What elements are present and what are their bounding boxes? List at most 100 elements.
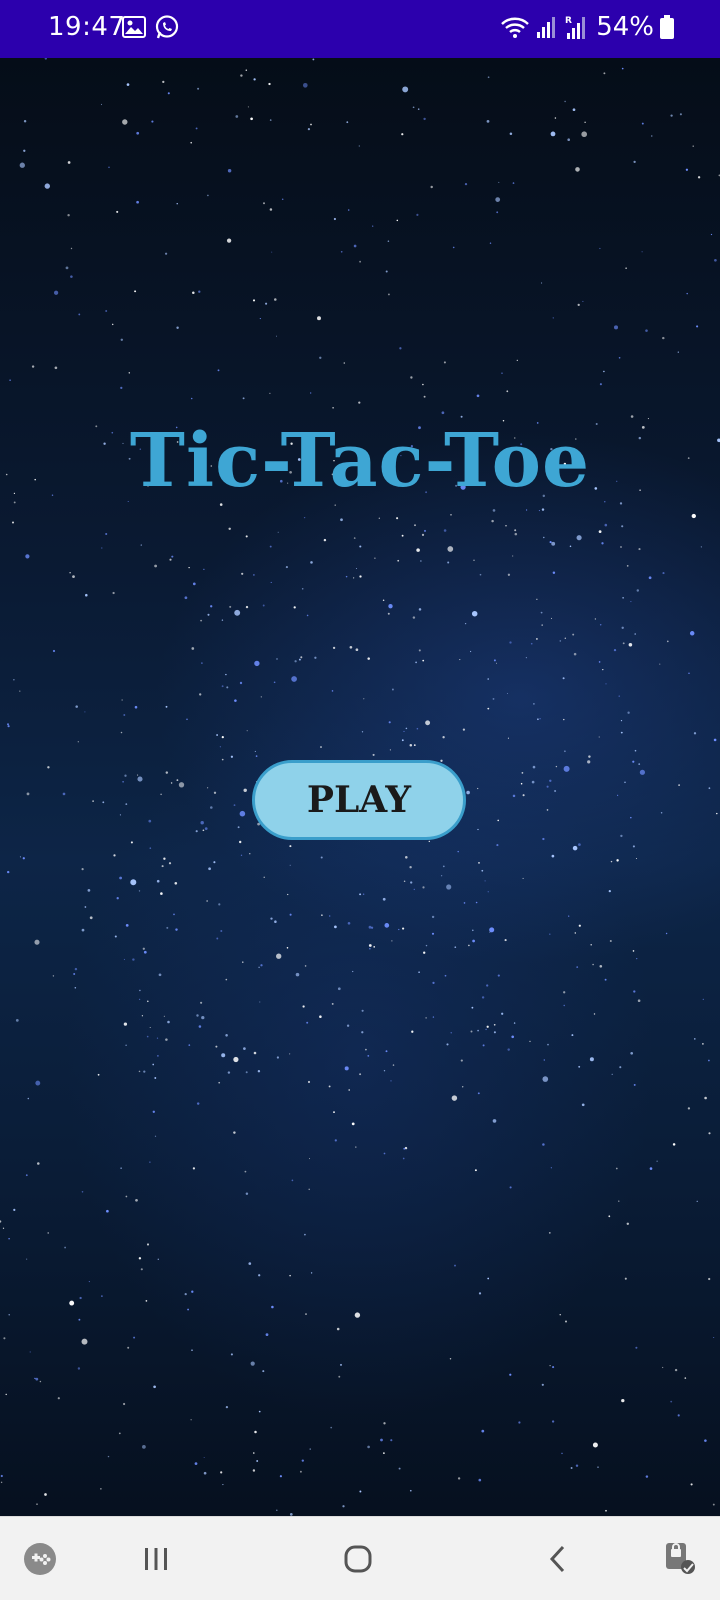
star (268, 82, 271, 86)
star (192, 291, 195, 295)
star (521, 772, 524, 774)
star (101, 1295, 103, 1297)
star (387, 293, 390, 296)
game-launcher-button[interactable] (14, 1517, 66, 1600)
star (412, 616, 416, 619)
star (167, 92, 170, 95)
star (546, 809, 549, 811)
star (187, 1308, 190, 1311)
star (165, 771, 169, 774)
star (256, 1460, 259, 1462)
star (253, 1051, 257, 1055)
home-button[interactable] (322, 1517, 394, 1600)
star (217, 369, 220, 372)
star (491, 519, 494, 523)
star (200, 820, 204, 825)
star (575, 167, 580, 172)
star (52, 975, 55, 977)
star (255, 755, 258, 757)
star (518, 1421, 521, 1424)
star (8, 1237, 10, 1240)
star (610, 860, 613, 863)
star (160, 793, 162, 796)
star (321, 914, 323, 916)
star (449, 1358, 452, 1360)
star (551, 1420, 555, 1423)
star (195, 830, 198, 833)
star (369, 948, 371, 950)
star (444, 974, 447, 977)
star (334, 925, 337, 929)
star (243, 788, 247, 793)
star (245, 605, 249, 609)
star (84, 906, 87, 908)
star (604, 523, 608, 527)
star (493, 1031, 496, 1034)
star (307, 1080, 311, 1084)
star (554, 117, 557, 119)
star (184, 1292, 187, 1296)
star (498, 181, 500, 183)
star (81, 1191, 84, 1193)
star (336, 1327, 340, 1331)
status-time: 19:47 (48, 12, 126, 42)
star (677, 1414, 680, 1417)
play-button[interactable]: PLAY (252, 760, 466, 840)
star (221, 1053, 226, 1058)
star (262, 604, 265, 607)
battery-icon (660, 15, 674, 39)
star (432, 981, 435, 985)
keyboard-security-button[interactable] (652, 1517, 708, 1600)
star (203, 568, 205, 570)
recent-apps-button[interactable] (120, 1517, 192, 1600)
signal-icon (536, 15, 558, 39)
star (551, 854, 555, 858)
star (240, 854, 243, 856)
star (602, 668, 604, 671)
star (158, 973, 162, 977)
star (529, 1040, 531, 1043)
star (567, 138, 570, 141)
star (35, 1080, 41, 1086)
star (645, 329, 648, 332)
star (136, 131, 140, 135)
star (314, 656, 317, 659)
star (506, 692, 509, 695)
star (151, 120, 154, 123)
star (402, 927, 405, 930)
star (289, 1053, 291, 1055)
star (19, 690, 21, 692)
star (69, 1300, 75, 1306)
back-button[interactable] (522, 1517, 594, 1600)
star (269, 545, 272, 548)
star (638, 548, 641, 551)
star (221, 619, 224, 621)
star (405, 727, 408, 730)
star (391, 940, 393, 942)
star (157, 1258, 159, 1261)
star (192, 582, 196, 586)
star (584, 121, 586, 123)
star (52, 649, 56, 653)
star (161, 865, 164, 868)
star (276, 953, 282, 959)
star (416, 727, 419, 730)
star (679, 113, 682, 116)
star (509, 132, 513, 136)
star (688, 672, 690, 674)
star (123, 714, 126, 716)
star (141, 1015, 144, 1017)
star (265, 1333, 269, 1336)
star (416, 213, 419, 216)
star (597, 1466, 599, 1468)
star (23, 149, 26, 152)
star (474, 1169, 477, 1172)
star (443, 529, 447, 532)
star (461, 1086, 464, 1088)
star (149, 847, 152, 849)
star (101, 547, 103, 549)
star (304, 965, 307, 967)
star (227, 169, 232, 173)
star (347, 209, 350, 211)
star (281, 198, 284, 201)
